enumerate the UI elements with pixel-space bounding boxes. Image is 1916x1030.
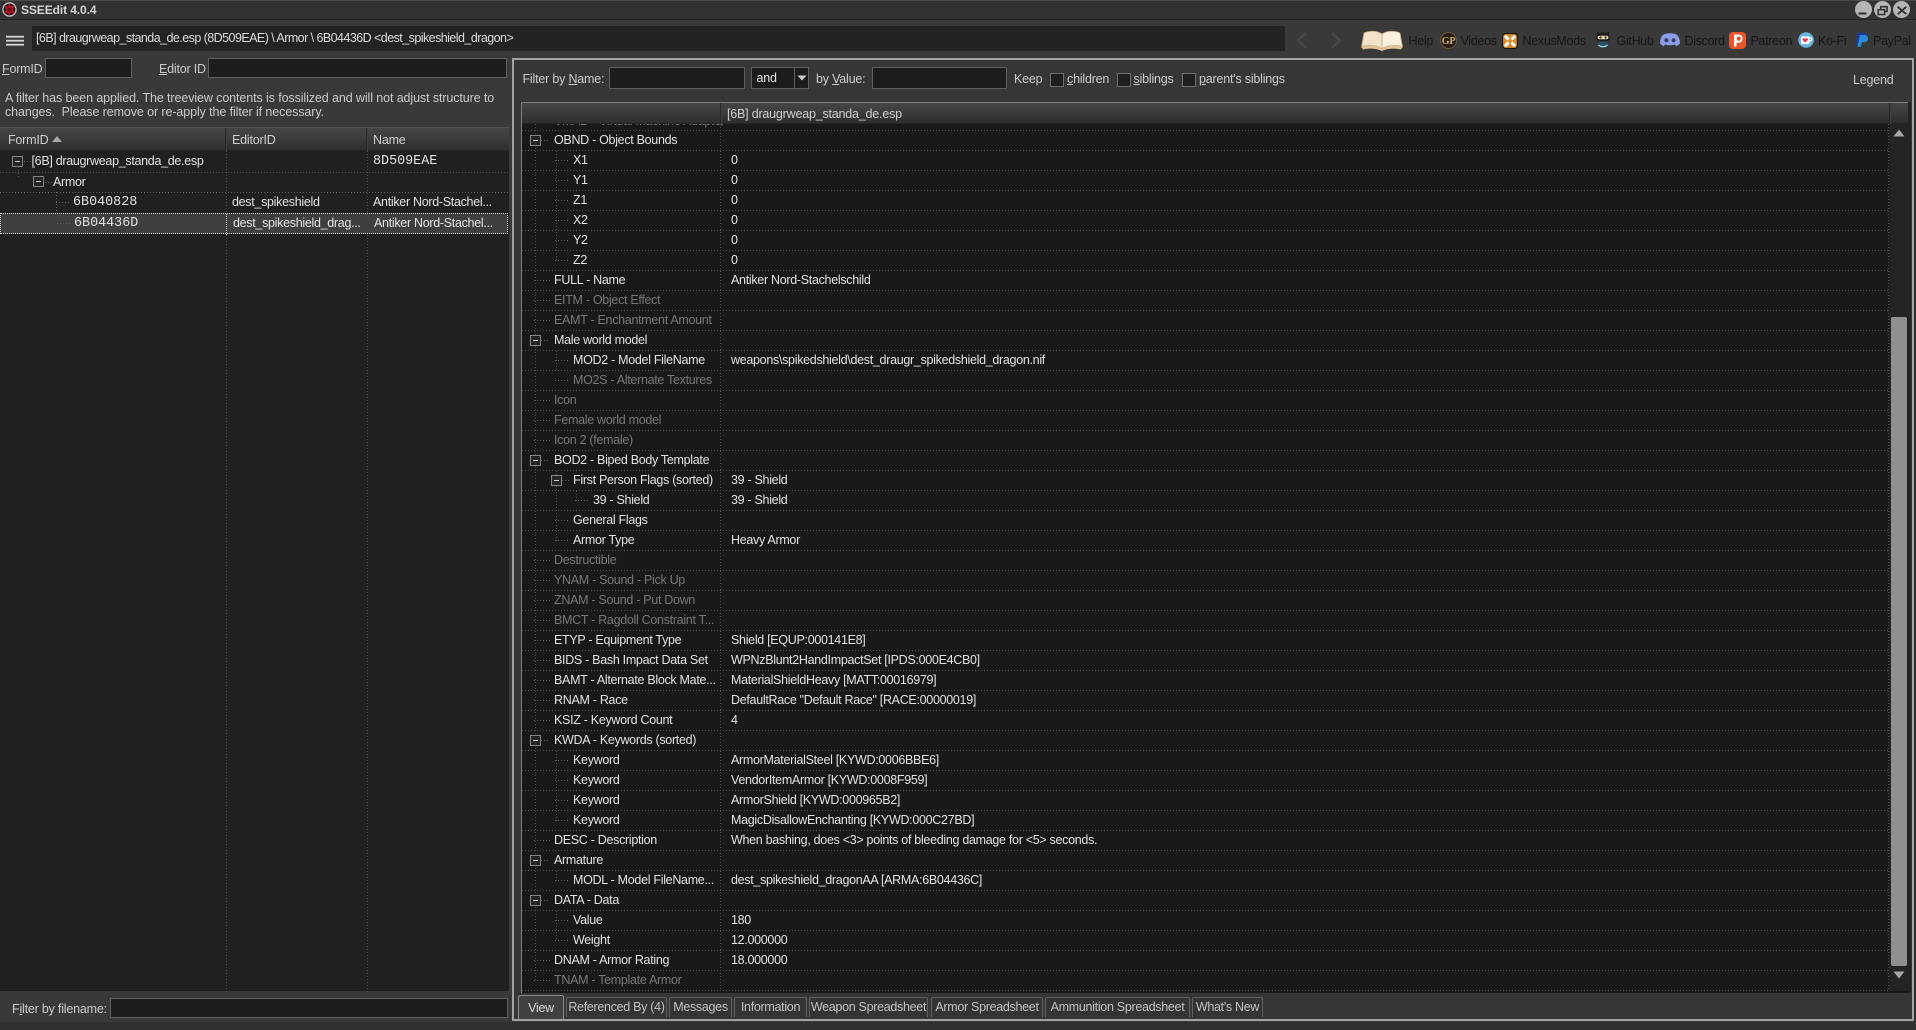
svg-text:GP: GP [1441,36,1455,47]
